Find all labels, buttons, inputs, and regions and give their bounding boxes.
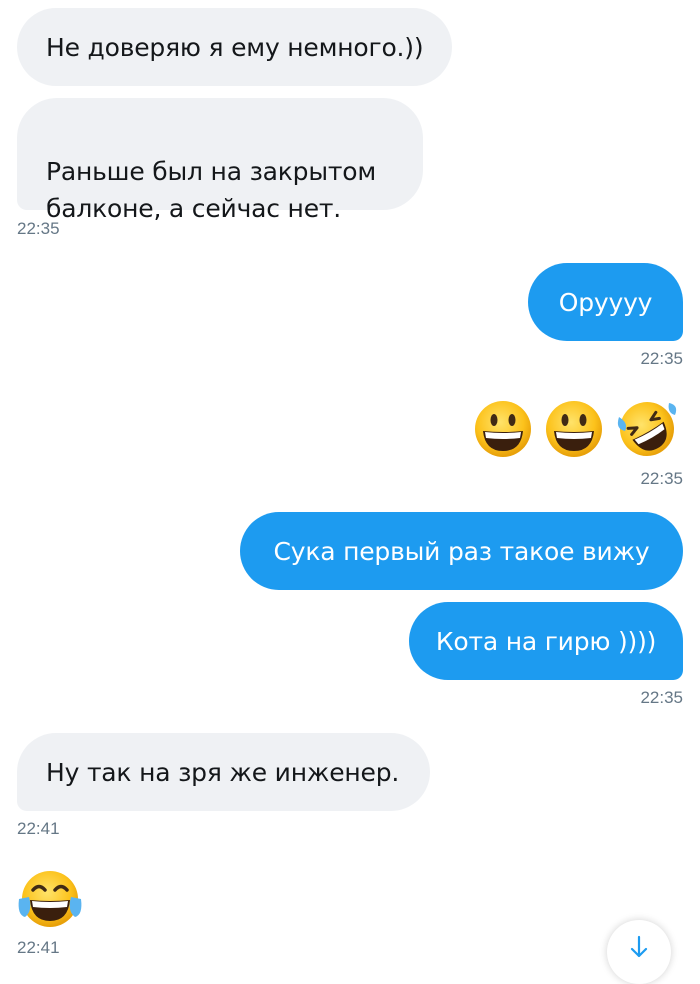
message-text: Не доверяю я ему немного.)) [46, 32, 424, 62]
message-text: Сука первый раз такое вижу [273, 536, 650, 566]
incoming-message[interactable]: Не доверяю я ему немного.)) [17, 8, 453, 86]
message-timestamp: 22:41 [17, 938, 60, 957]
message-timestamp: 22:35 [17, 219, 60, 238]
outgoing-message[interactable]: Кота на гирю )))) [409, 602, 683, 680]
outgoing-message[interactable]: Сука первый раз такое вижу [240, 512, 683, 590]
grinning-face-emoji[interactable] [544, 399, 604, 463]
outgoing-message[interactable]: Оруууу [528, 263, 683, 341]
message-timestamp: 22:35 [640, 688, 683, 707]
message-text: Кота на гирю )))) [435, 626, 657, 656]
message-text: Ну так на зря же инженер. [46, 757, 400, 787]
grinning-face-emoji[interactable] [473, 399, 533, 463]
message-text: Оруууу [558, 287, 653, 317]
message-timestamp: 22:35 [640, 469, 683, 488]
face-with-tears-of-joy-emoji[interactable] [17, 869, 83, 935]
incoming-message[interactable]: Раньше был на закрытом балконе, а сейчас… [17, 98, 423, 223]
message-text: Раньше был на закрытом балконе, а сейчас… [46, 157, 377, 223]
incoming-message[interactable]: Ну так на зря же инженер. [17, 733, 430, 811]
message-timestamp: 22:35 [640, 349, 683, 368]
rolling-on-floor-laughing-emoji[interactable] [617, 399, 677, 463]
message-timestamp: 22:41 [17, 819, 60, 838]
scroll-to-bottom-button[interactable] [607, 920, 671, 984]
